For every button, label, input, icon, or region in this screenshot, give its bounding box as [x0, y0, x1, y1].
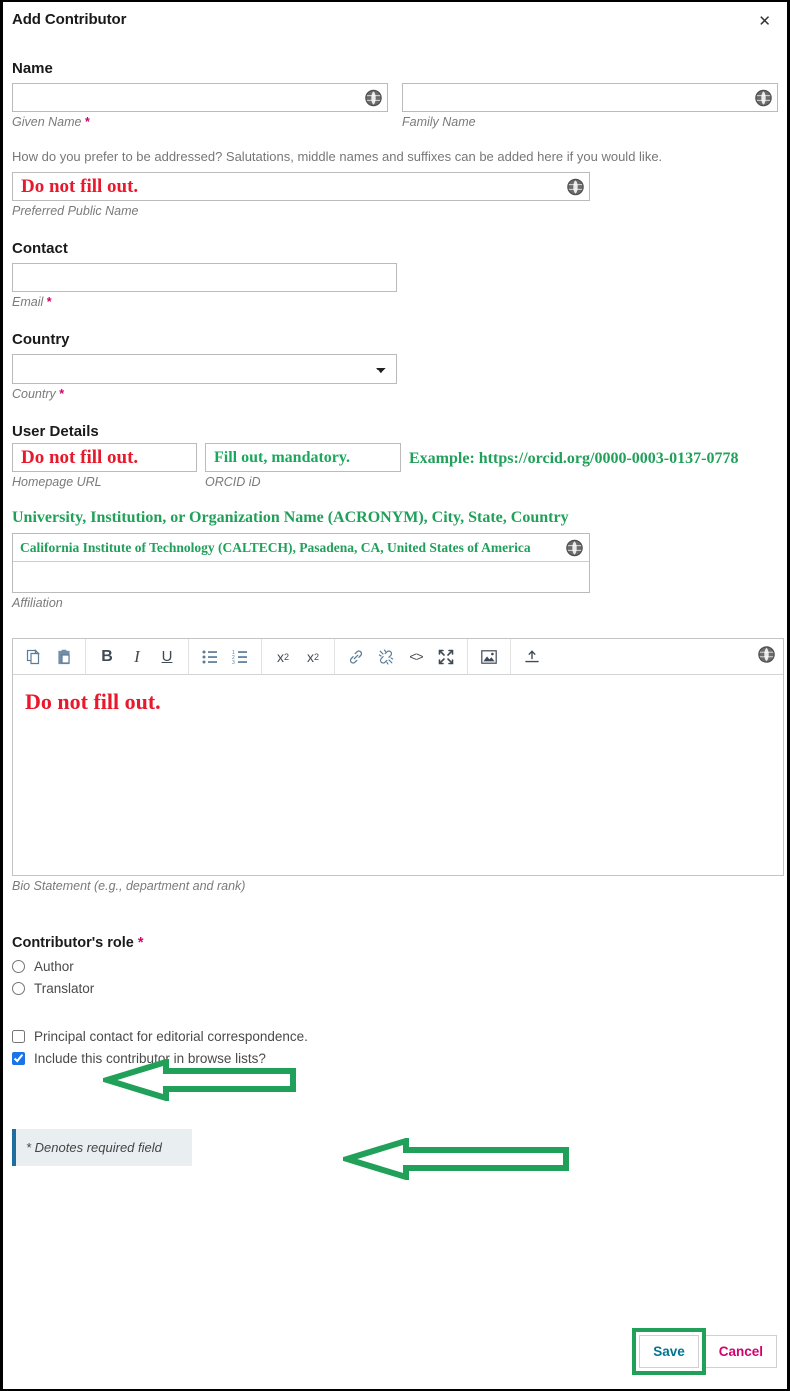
- flag-principal-contact[interactable]: Principal contact for editorial correspo…: [12, 1025, 778, 1047]
- modal-footer: Save Cancel: [632, 1328, 777, 1375]
- affiliation-label: Affiliation: [12, 596, 63, 610]
- orcid-example: Example: https://orcid.org/0000-0003-013…: [409, 450, 739, 467]
- email-field: Email *: [12, 263, 397, 309]
- homepage-url-input[interactable]: Do not fill out.: [12, 443, 197, 472]
- preferred-name-helper: How do you prefer to be addressed? Salut…: [12, 149, 663, 164]
- toolbar-group-clipboard: [13, 639, 86, 674]
- image-icon[interactable]: [474, 642, 504, 672]
- contributor-role-legend: Contributor's role *: [12, 935, 144, 951]
- affiliation-value: California Institute of Technology (CALT…: [20, 539, 531, 555]
- email-label: Email *: [12, 295, 52, 309]
- browse-lists-checkbox[interactable]: [12, 1051, 25, 1065]
- name-row: Given Name * Family Name: [12, 83, 778, 129]
- annotation-do-not-fill-out: Do not fill out.: [21, 446, 139, 468]
- globe-icon[interactable]: [755, 89, 772, 106]
- principal-contact-label[interactable]: Principal contact for editorial correspo…: [34, 1029, 308, 1044]
- given-name-label: Given Name *: [12, 115, 90, 129]
- country-label: Country *: [12, 387, 65, 401]
- add-contributor-modal: Add Contributor ✕ Name Given Name * Fami…: [0, 0, 790, 1391]
- bold-icon[interactable]: B: [92, 642, 122, 672]
- country-select[interactable]: [12, 354, 397, 384]
- preferred-name-input[interactable]: Do not fill out.: [12, 172, 590, 201]
- close-icon[interactable]: ✕: [754, 12, 775, 31]
- save-highlight-annotation: Save: [632, 1328, 706, 1375]
- bullet-list-icon[interactable]: [195, 642, 225, 672]
- family-name-label: Family Name: [402, 115, 476, 129]
- numbered-list-icon[interactable]: 123: [225, 642, 255, 672]
- bio-editor: B I U 123 x2 x2 <> Do not fill out.: [12, 638, 784, 876]
- toolbar-group-upload: [511, 639, 553, 674]
- user-details-row: Do not fill out. Homepage URL Fill out, …: [12, 443, 778, 489]
- preferred-name-label: Preferred Public Name: [12, 204, 139, 218]
- given-name-input[interactable]: [12, 83, 388, 112]
- orcid-input[interactable]: Fill out, mandatory.: [205, 443, 401, 472]
- bio-editor-content[interactable]: Do not fill out.: [13, 675, 783, 875]
- paste-icon[interactable]: [49, 642, 79, 672]
- copy-icon[interactable]: [19, 642, 49, 672]
- cancel-button[interactable]: Cancel: [705, 1335, 777, 1368]
- superscript-icon[interactable]: x2: [268, 642, 298, 672]
- role-option-translator[interactable]: Translator: [12, 977, 778, 999]
- homepage-url-field: Do not fill out. Homepage URL: [12, 443, 197, 489]
- browse-lists-label[interactable]: Include this contributor in browse lists…: [34, 1051, 266, 1066]
- affiliation-hint: University, Institution, or Organization…: [12, 509, 569, 526]
- modal-body: Name Given Name * Family Name How do you…: [3, 60, 787, 1166]
- globe-icon[interactable]: [365, 89, 382, 106]
- affiliation-field: California Institute of Technology (CALT…: [12, 533, 778, 610]
- annotation-fill-out-mandatory: Fill out, mandatory.: [214, 448, 351, 466]
- section-legend-country: Country: [12, 331, 70, 348]
- link-icon[interactable]: [341, 642, 371, 672]
- role-label-translator[interactable]: Translator: [34, 981, 94, 996]
- annotation-do-not-fill-out: Do not fill out.: [21, 175, 139, 197]
- given-name-field: Given Name *: [12, 83, 388, 129]
- save-button[interactable]: Save: [639, 1335, 699, 1368]
- flag-browse-lists[interactable]: Include this contributor in browse lists…: [12, 1047, 778, 1069]
- globe-icon[interactable]: [758, 645, 775, 668]
- toolbar-group-image: [468, 639, 511, 674]
- role-radio-author[interactable]: [12, 959, 25, 973]
- contributor-role-section: Contributor's role * Author Translator: [12, 935, 778, 999]
- subscript-icon[interactable]: x2: [298, 642, 328, 672]
- section-legend-contact: Contact: [12, 240, 68, 257]
- bio-editor-toolbar: B I U 123 x2 x2 <>: [13, 639, 783, 675]
- globe-icon[interactable]: [566, 539, 583, 556]
- fullscreen-icon[interactable]: [431, 642, 461, 672]
- family-name-field: Family Name: [402, 83, 778, 129]
- orcid-label: ORCID iD: [205, 475, 261, 489]
- role-label-author[interactable]: Author: [34, 959, 74, 974]
- underline-icon[interactable]: U: [152, 642, 182, 672]
- code-icon[interactable]: <>: [401, 642, 431, 672]
- affiliation-extra-line[interactable]: [13, 562, 589, 592]
- section-legend-name: Name: [12, 60, 53, 77]
- role-option-author[interactable]: Author: [12, 955, 778, 977]
- contributor-flags: Principal contact for editorial correspo…: [12, 1025, 778, 1069]
- bio-statement-label: Bio Statement (e.g., department and rank…: [12, 879, 246, 893]
- orcid-field: Fill out, mandatory. ORCID iD: [205, 443, 401, 489]
- italic-icon[interactable]: I: [122, 642, 152, 672]
- toolbar-group-link: <>: [335, 639, 468, 674]
- principal-contact-checkbox[interactable]: [12, 1029, 25, 1043]
- toolbar-group-lists: 123: [189, 639, 262, 674]
- globe-icon[interactable]: [567, 178, 584, 195]
- role-radio-translator[interactable]: [12, 981, 25, 995]
- toolbar-group-format: B I U: [86, 639, 189, 674]
- svg-text:3: 3: [232, 660, 235, 664]
- required-field-notice: * Denotes required field: [12, 1129, 192, 1166]
- modal-header: Add Contributor ✕: [3, 2, 787, 38]
- section-legend-user-details: User Details: [12, 423, 99, 440]
- page-title: Add Contributor: [12, 11, 127, 28]
- unlink-icon[interactable]: [371, 642, 401, 672]
- toolbar-group-script: x2 x2: [262, 639, 335, 674]
- email-input[interactable]: [12, 263, 397, 292]
- annotation-do-not-fill-out: Do not fill out.: [25, 689, 161, 714]
- homepage-url-label: Homepage URL: [12, 475, 102, 489]
- upload-icon[interactable]: [517, 642, 547, 672]
- preferred-name-field: Do not fill out. Preferred Public Name: [12, 172, 590, 218]
- affiliation-input[interactable]: California Institute of Technology (CALT…: [13, 534, 589, 562]
- country-field: Country *: [12, 354, 397, 401]
- family-name-input[interactable]: [402, 83, 778, 112]
